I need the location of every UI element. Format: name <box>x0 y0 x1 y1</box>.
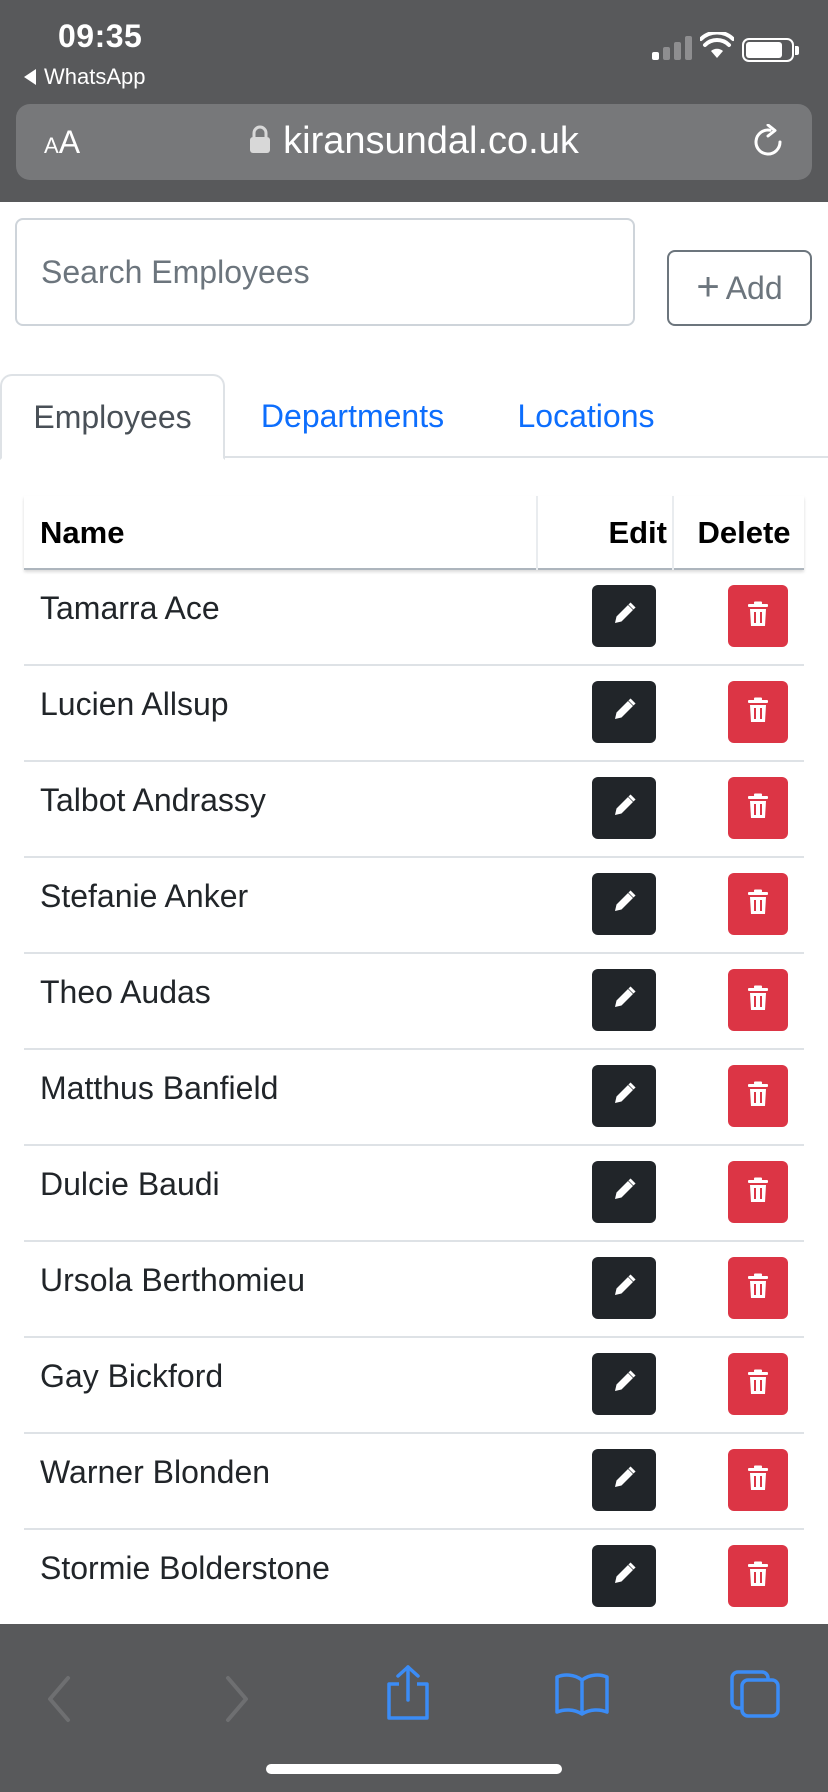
forward-icon[interactable] <box>222 1674 252 1729</box>
pencil-icon <box>611 697 637 728</box>
pencil-icon <box>611 1465 637 1496</box>
table-row: Ursola Berthomieu <box>24 1242 804 1338</box>
employee-name: Matthus Banfield <box>40 1070 279 1106</box>
status-time: 09:35 <box>58 18 143 54</box>
employee-name: Gay Bickford <box>40 1358 224 1394</box>
employee-name: Stefanie Anker <box>40 878 249 914</box>
edit-button[interactable] <box>592 1065 656 1127</box>
trash-icon <box>747 697 769 728</box>
back-to-app-link[interactable]: WhatsApp <box>24 64 146 90</box>
trash-icon <box>747 1465 769 1496</box>
employee-name: Talbot Andrassy <box>40 782 266 818</box>
employee-name: Tamarra Ace <box>40 590 220 626</box>
pencil-icon <box>611 985 637 1016</box>
trash-icon <box>747 793 769 824</box>
pencil-icon <box>611 1081 637 1112</box>
delete-button[interactable] <box>728 1545 788 1607</box>
pencil-icon <box>611 793 637 824</box>
trash-icon <box>747 985 769 1016</box>
pencil-icon <box>611 1369 637 1400</box>
table-row: Matthus Banfield <box>24 1050 804 1146</box>
delete-button[interactable] <box>728 1257 788 1319</box>
battery-icon <box>742 38 799 62</box>
trash-icon <box>747 601 769 632</box>
employee-name: Theo Audas <box>40 974 211 1010</box>
edit-button[interactable] <box>592 585 656 647</box>
plus-icon: + <box>696 264 720 309</box>
table-row: Theo Audas <box>24 954 804 1050</box>
header-name: Name <box>40 515 125 550</box>
edit-button[interactable] <box>592 1353 656 1415</box>
table-row: Gay Bickford <box>24 1338 804 1434</box>
employees-table: Name Edit Delete Tamarra Ace Lucien Allsu… <box>24 496 804 1626</box>
header-edit: Edit <box>608 515 667 550</box>
pencil-icon <box>611 601 637 632</box>
tabs-icon[interactable] <box>728 1668 782 1725</box>
edit-button[interactable] <box>592 1449 656 1511</box>
trash-icon <box>747 1081 769 1112</box>
edit-button[interactable] <box>592 1545 656 1607</box>
table-header: Name Edit Delete <box>24 496 804 570</box>
delete-button[interactable] <box>728 873 788 935</box>
table-row: Talbot Andrassy <box>24 762 804 858</box>
back-icon[interactable] <box>44 1674 74 1729</box>
header-delete: Delete <box>697 515 791 550</box>
share-icon[interactable] <box>385 1664 431 1727</box>
home-indicator <box>266 1764 562 1774</box>
table-row: Warner Blonden <box>24 1434 804 1530</box>
cellular-signal-icon <box>652 36 692 60</box>
pencil-icon <box>611 1273 637 1304</box>
bookmarks-icon[interactable] <box>554 1672 610 1721</box>
back-app-label: WhatsApp <box>44 64 146 89</box>
add-button-label: Add <box>725 269 783 306</box>
url-text: kiransundal.co.uk <box>283 120 579 162</box>
address-bar[interactable]: A A kiransundal.co.uk <box>16 104 812 180</box>
browser-top-chrome: 09:35 WhatsApp A A kiransundal.co.uk <box>0 0 828 202</box>
table-row: Dulcie Baudi <box>24 1146 804 1242</box>
employee-name: Ursola Berthomieu <box>40 1262 305 1298</box>
tab-departments[interactable]: Departments <box>240 374 465 458</box>
add-button[interactable]: + Add <box>667 250 812 326</box>
edit-button[interactable] <box>592 969 656 1031</box>
trash-icon <box>747 1273 769 1304</box>
edit-button[interactable] <box>592 681 656 743</box>
table-row: Lucien Allsup <box>24 666 804 762</box>
delete-button[interactable] <box>728 681 788 743</box>
edit-button[interactable] <box>592 1161 656 1223</box>
delete-button[interactable] <box>728 1353 788 1415</box>
delete-button[interactable] <box>728 1161 788 1223</box>
delete-button[interactable] <box>728 777 788 839</box>
search-input[interactable] <box>15 218 635 326</box>
delete-button[interactable] <box>728 969 788 1031</box>
employee-name: Dulcie Baudi <box>40 1166 220 1202</box>
trash-icon <box>747 1561 769 1592</box>
pencil-icon <box>611 1177 637 1208</box>
edit-button[interactable] <box>592 1257 656 1319</box>
delete-button[interactable] <box>728 1065 788 1127</box>
employee-name: Warner Blonden <box>40 1454 271 1490</box>
tab-employees[interactable]: Employees <box>0 374 225 460</box>
table-row: Stormie Bolderstone <box>24 1530 804 1626</box>
tab-locations[interactable]: Locations <box>500 374 672 458</box>
employee-name: Lucien Allsup <box>40 686 229 722</box>
pencil-icon <box>611 1561 637 1592</box>
table-body: Tamarra Ace Lucien Allsup Talbot Andrassy S… <box>24 570 804 1626</box>
lock-icon <box>249 124 271 159</box>
delete-button[interactable] <box>728 1449 788 1511</box>
reload-icon[interactable] <box>750 123 786 165</box>
edit-button[interactable] <box>592 777 656 839</box>
tab-bar: Employees Departments Locations <box>0 374 828 460</box>
wifi-icon <box>699 30 735 65</box>
trash-icon <box>747 1177 769 1208</box>
edit-button[interactable] <box>592 873 656 935</box>
delete-button[interactable] <box>728 585 788 647</box>
trash-icon <box>747 1369 769 1400</box>
back-triangle-icon <box>24 69 36 85</box>
trash-icon <box>747 889 769 920</box>
table-row: Tamarra Ace <box>24 570 804 666</box>
employee-name: Stormie Bolderstone <box>40 1550 330 1586</box>
pencil-icon <box>611 889 637 920</box>
table-row: Stefanie Anker <box>24 858 804 954</box>
